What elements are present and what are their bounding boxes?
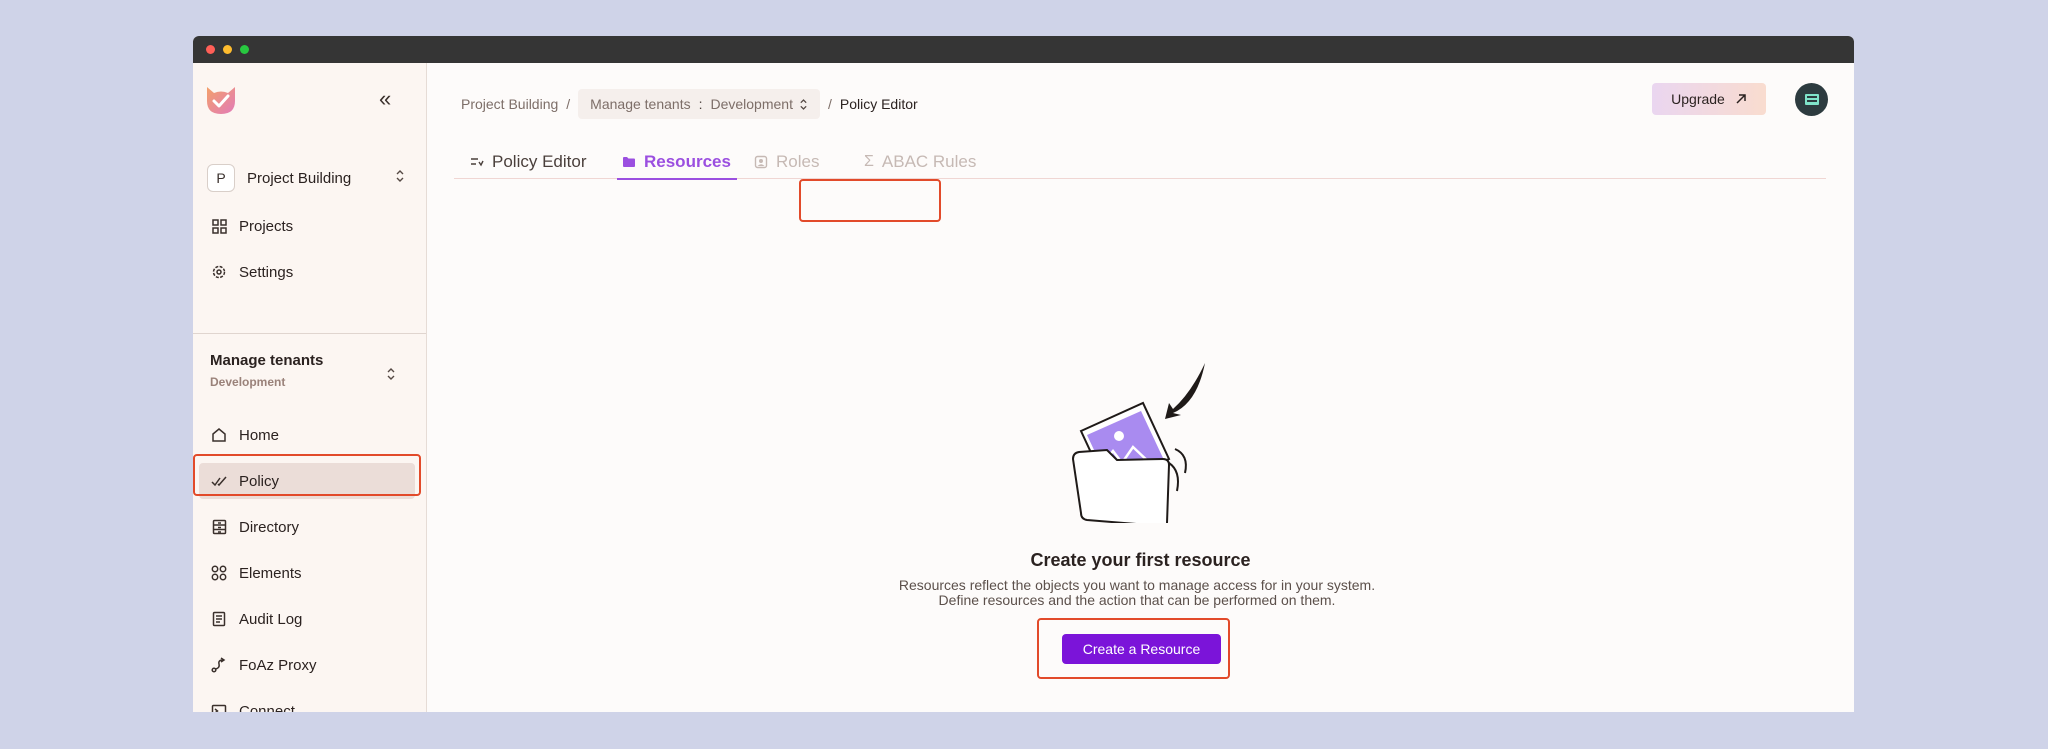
sidebar-item-label: Directory <box>239 518 300 536</box>
sidebar-item-audit-log[interactable]: Audit Log <box>199 601 415 637</box>
sidebar: « P Project Building Projects Settings M… <box>193 63 427 712</box>
sigma-icon: Σ <box>864 153 874 170</box>
breadcrumb-current: Policy Editor <box>839 96 918 112</box>
environment-selector-env: Development <box>710 96 793 112</box>
sidebar-divider <box>193 333 426 334</box>
sidebar-item-policy[interactable]: Policy <box>199 463 415 499</box>
tab-label: ABAC Rules <box>881 152 977 171</box>
sidebar-item-elements[interactable]: Elements <box>199 555 415 591</box>
sidebar-item-label: Audit Log <box>239 610 303 628</box>
project-name: Project Building <box>247 169 352 187</box>
project-selector[interactable]: P Project Building <box>207 163 407 193</box>
app-logo[interactable] <box>203 81 239 117</box>
home-icon <box>211 427 227 443</box>
policy-editor-icon <box>470 156 484 168</box>
folder-icon <box>622 156 636 168</box>
breadcrumb-separator: / <box>827 96 832 112</box>
directory-icon <box>211 519 227 535</box>
sidebar-item-label: Settings <box>239 263 294 281</box>
main-content: Project Building / Manage tenants : Deve… <box>427 63 1854 712</box>
tab-label: Roles <box>776 152 820 171</box>
empty-state-description: Resources reflect the objects you want t… <box>898 577 1376 608</box>
tenant-environment: Development <box>210 375 286 389</box>
tab-label: Resources <box>644 152 731 171</box>
create-resource-button[interactable]: Create a Resource <box>1062 634 1221 664</box>
sidebar-item-label: Projects <box>239 217 294 235</box>
sidebar-item-foaz-proxy[interactable]: FoAz Proxy <box>199 647 415 683</box>
tab-roles[interactable]: Roles <box>754 147 819 177</box>
sidebar-item-label: Policy <box>239 472 280 490</box>
tab-abac-rules[interactable]: Σ ABAC Rules <box>864 147 976 177</box>
empty-state-title: Create your first resource <box>1030 550 1251 570</box>
upgrade-label: Upgrade <box>1671 91 1725 107</box>
maximize-window-button[interactable] <box>240 45 249 54</box>
tenant-switch-icon[interactable] <box>386 367 396 381</box>
breadcrumb: Project Building / Manage tenants : Deve… <box>461 89 918 119</box>
sidebar-item-projects[interactable]: Projects <box>199 208 415 244</box>
active-tab-underline <box>617 178 737 180</box>
environment-selector-separator: : <box>698 96 703 112</box>
sidebar-item-label: Connect <box>239 702 295 713</box>
tab-bar: Policy Editor Resources Roles Σ ABAC Rul… <box>454 141 1826 180</box>
empty-folder-illustration <box>1065 363 1205 528</box>
arrow-up-right-icon <box>1735 93 1747 105</box>
sidebar-item-directory[interactable]: Directory <box>199 509 415 545</box>
project-badge: P <box>207 164 235 192</box>
chevron-updown-icon <box>799 98 808 111</box>
sidebar-item-connect[interactable]: Connect <box>199 693 415 712</box>
title-bar <box>193 36 1854 63</box>
sidebar-item-label: Home <box>239 426 280 444</box>
gear-icon <box>211 264 227 280</box>
close-window-button[interactable] <box>206 45 215 54</box>
collapse-sidebar-icon[interactable]: « <box>379 88 391 110</box>
roles-icon <box>754 155 768 169</box>
document-icon <box>211 611 227 627</box>
elements-icon <box>211 565 227 581</box>
tab-policy-editor[interactable]: Policy Editor <box>470 147 586 177</box>
app-window: « P Project Building Projects Settings M… <box>193 36 1854 712</box>
route-icon <box>211 657 227 673</box>
sidebar-item-label: Elements <box>239 564 302 582</box>
tab-label: Policy Editor <box>492 152 587 171</box>
tenant-title: Manage tenants <box>210 352 324 369</box>
grid-icon <box>211 218 227 234</box>
chevron-updown-icon <box>395 169 405 183</box>
minimize-window-button[interactable] <box>223 45 232 54</box>
sidebar-item-settings[interactable]: Settings <box>199 254 415 290</box>
sidebar-item-home[interactable]: Home <box>199 417 415 453</box>
breadcrumb-separator: / <box>566 96 571 112</box>
upgrade-button[interactable]: Upgrade <box>1652 83 1766 115</box>
terminal-icon <box>211 703 227 712</box>
breadcrumb-project[interactable]: Project Building <box>461 96 558 112</box>
sidebar-item-label: FoAz Proxy <box>239 656 317 674</box>
tab-resources[interactable]: Resources <box>622 147 731 177</box>
resources-tab-highlight-box <box>799 179 941 222</box>
environment-selector[interactable]: Manage tenants : Development <box>578 89 820 119</box>
check-icon <box>211 473 227 489</box>
environment-selector-tenant: Manage tenants <box>590 96 691 112</box>
avatar[interactable] <box>1795 83 1828 116</box>
